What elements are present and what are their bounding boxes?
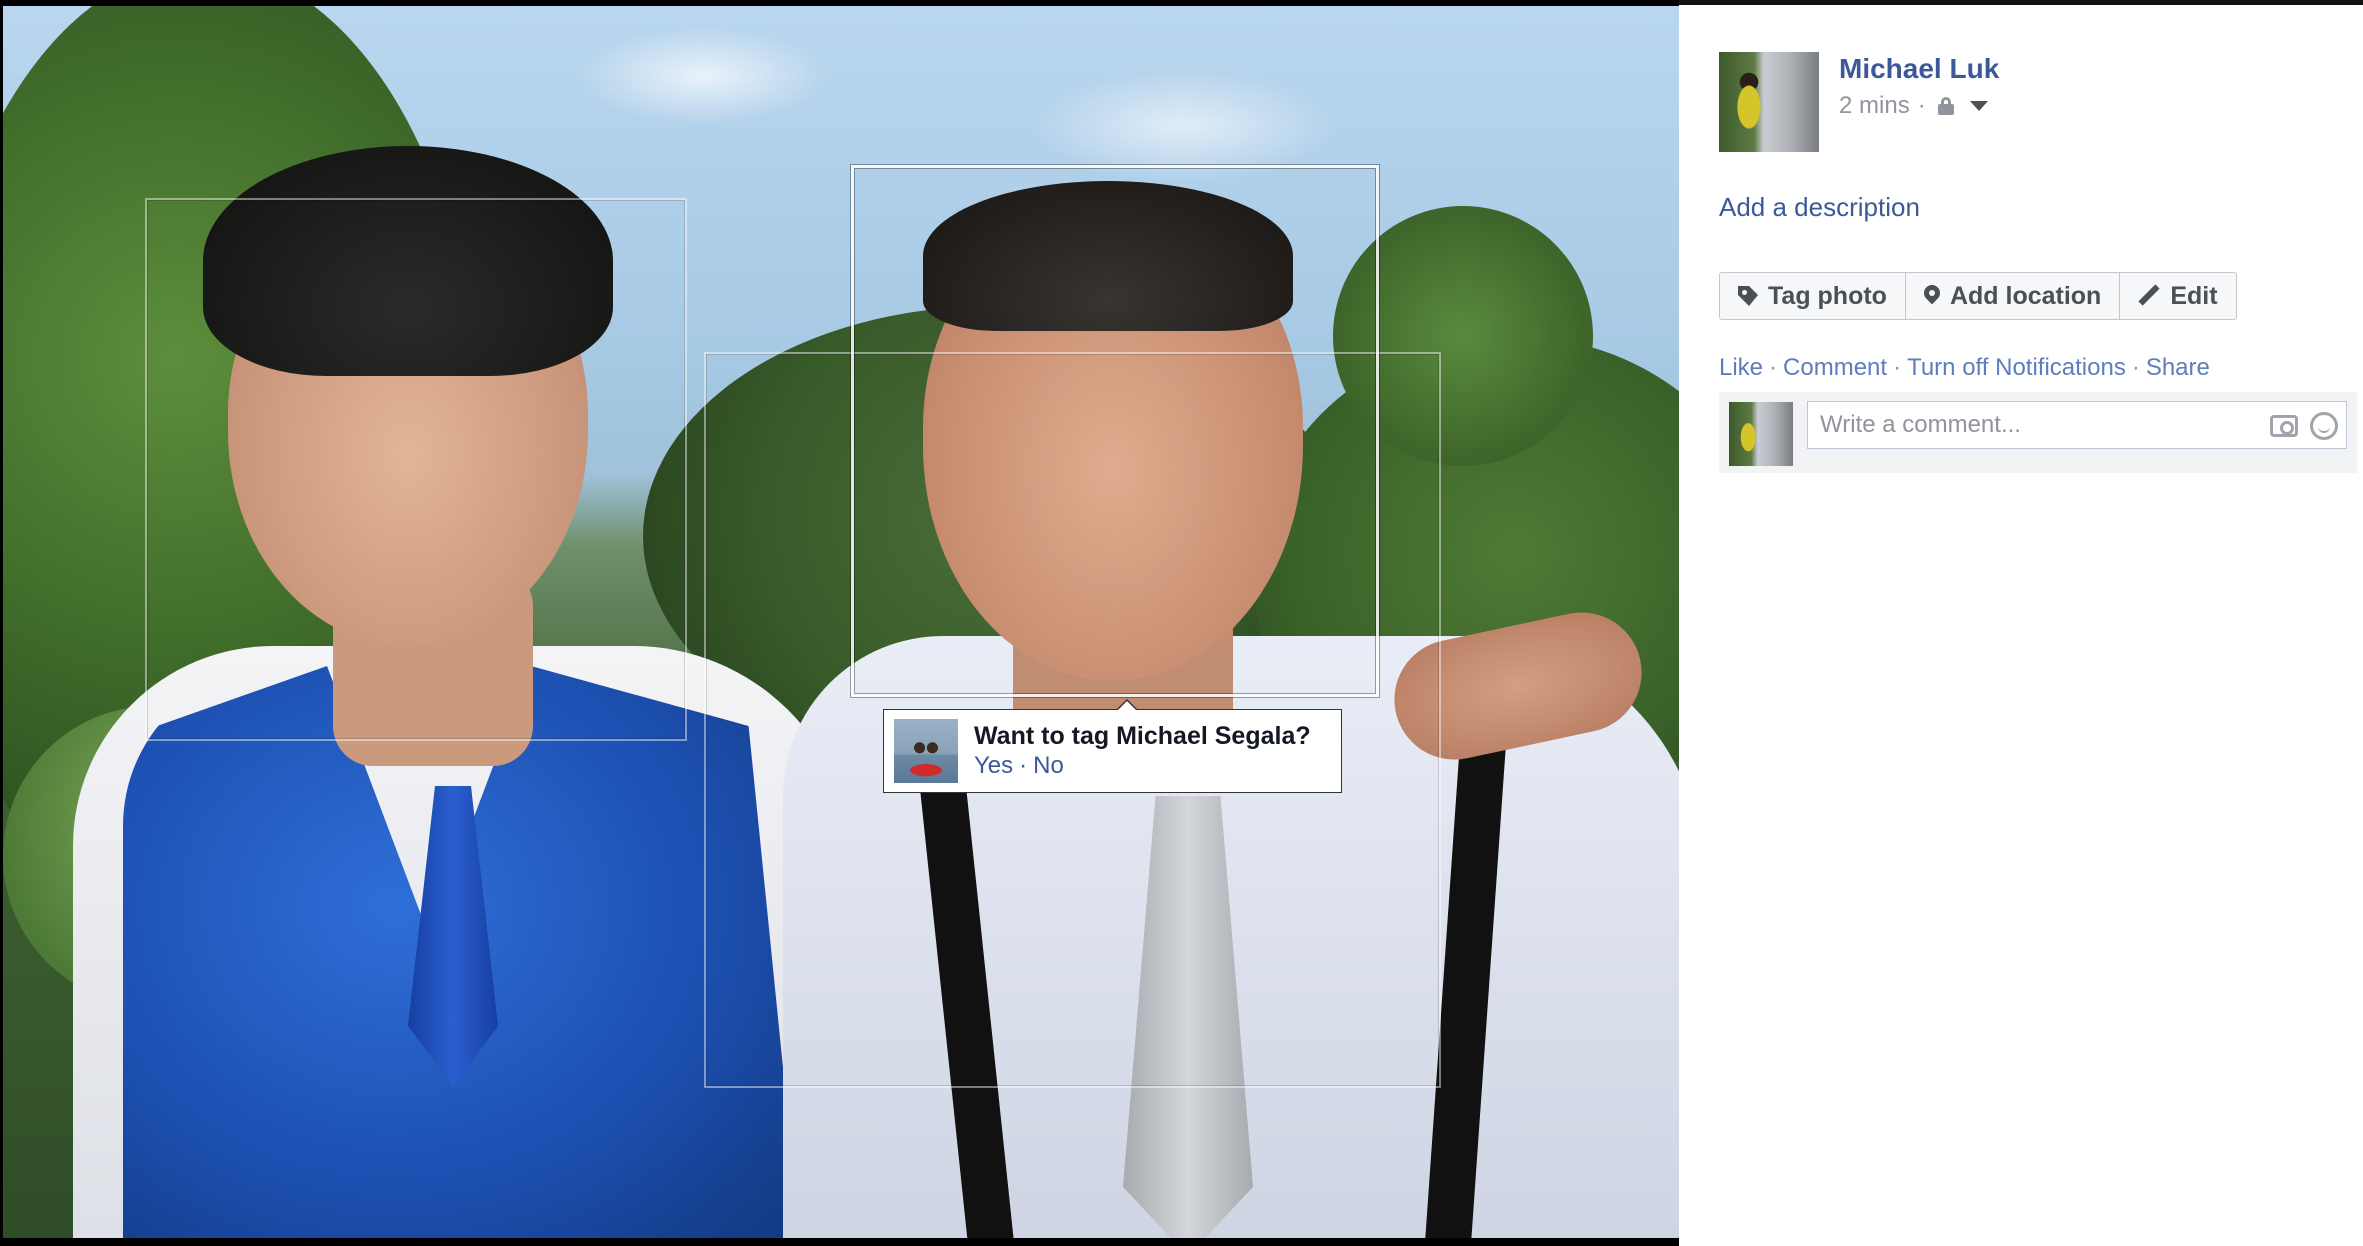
separator: · — [1893, 354, 1902, 381]
tag-photo-button[interactable]: Tag photo — [1720, 273, 1906, 319]
comment-link[interactable]: Comment — [1783, 354, 1887, 381]
tag-photo-label: Tag photo — [1768, 281, 1887, 310]
edit-button[interactable]: Edit — [2120, 273, 2235, 319]
camera-icon[interactable] — [2270, 415, 2298, 437]
author-name-link[interactable]: Michael Luk — [1839, 53, 1999, 85]
tag-no-link[interactable]: No — [1033, 752, 1064, 779]
comment-placeholder: Write a comment... — [1820, 411, 2021, 438]
post-meta: 2 mins · — [1839, 92, 1988, 120]
lock-icon[interactable] — [1937, 97, 1954, 115]
chevron-down-icon[interactable] — [1969, 101, 1988, 111]
separator: · — [1019, 752, 1028, 779]
author-avatar[interactable] — [1719, 52, 1819, 152]
share-link[interactable]: Share — [2146, 354, 2210, 381]
face-tag-box[interactable] — [145, 198, 687, 741]
post-actions: Like · Comment · Turn off Notifications · Shar… — [1719, 354, 2210, 382]
photo-stage: Want to tag Michael Segala? Yes · No — [0, 0, 1679, 1246]
tag-yes-link[interactable]: Yes — [974, 752, 1013, 779]
separator: · — [2131, 354, 2140, 381]
comment-input[interactable]: Write a comment... — [1807, 401, 2347, 449]
suggested-person-thumbnail — [894, 719, 958, 783]
location-pin-icon — [1924, 285, 1940, 307]
emoji-icon[interactable] — [2310, 412, 2338, 440]
face-tag-box-active[interactable] — [851, 165, 1379, 697]
comment-composer: Write a comment... — [1719, 392, 2357, 473]
photo-actions-toolbar: Tag photo Add location Edit — [1719, 272, 2237, 320]
post-side-panel: Michael Luk 2 mins · Add a description T… — [1679, 0, 2363, 1246]
top-border — [1679, 0, 2363, 5]
post-timestamp[interactable]: 2 mins — [1839, 92, 1910, 120]
add-location-button[interactable]: Add location — [1906, 273, 2121, 319]
add-location-label: Add location — [1949, 281, 2102, 310]
add-description-link[interactable]: Add a description — [1719, 192, 1920, 223]
separator: · — [1769, 354, 1778, 381]
tag-suggestion-popover: Want to tag Michael Segala? Yes · No — [883, 699, 1342, 793]
tag-icon — [1738, 286, 1758, 306]
meta-separator: · — [1917, 92, 1926, 119]
pencil-icon — [2138, 285, 2160, 307]
like-link[interactable]: Like — [1719, 354, 1763, 381]
notifications-toggle-link[interactable]: Turn off Notifications — [1907, 354, 2126, 381]
commenter-avatar — [1729, 402, 1793, 466]
tag-suggestion-question: Want to tag Michael Segala? — [974, 722, 1311, 750]
edit-label: Edit — [2170, 281, 2218, 310]
